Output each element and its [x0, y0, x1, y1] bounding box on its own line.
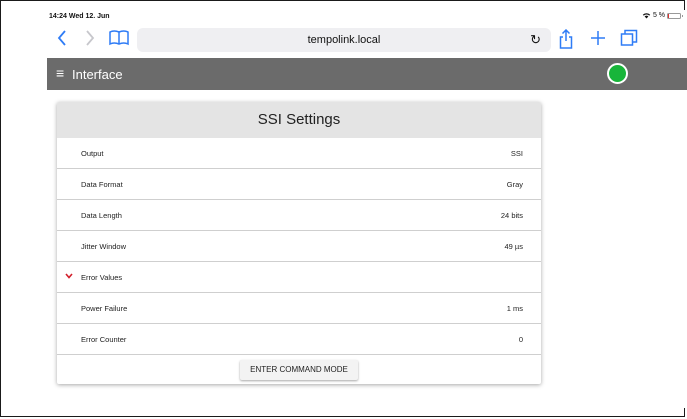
status-bar: 14:24 Wed 12. Jun 5 %: [47, 10, 687, 24]
battery-icon: [667, 12, 683, 19]
settings-row-output[interactable]: Output SSI: [57, 138, 541, 169]
row-label: Jitter Window: [81, 242, 127, 251]
device-screen: 14:24 Wed 12. Jun 5 % tempolink.local ↻ …: [47, 10, 687, 408]
row-value: 0: [518, 335, 523, 344]
row-label: Error Values: [81, 273, 123, 282]
row-label: Power Failure: [81, 304, 128, 313]
settings-row-error-counter[interactable]: Error Counter 0: [57, 324, 541, 355]
connection-status-indicator: [607, 63, 628, 84]
card-title: SSI Settings: [57, 102, 541, 138]
back-icon[interactable]: [57, 29, 67, 51]
settings-row-data-length[interactable]: Data Length 24 bits: [57, 200, 541, 231]
row-label: Data Length: [81, 211, 122, 220]
wifi-icon: [642, 13, 651, 19]
settings-row-power-failure[interactable]: Power Failure 1 ms: [57, 293, 541, 324]
address-bar[interactable]: tempolink.local ↻: [137, 28, 551, 52]
settings-row-error-values[interactable]: Error Values: [57, 262, 541, 293]
enter-command-mode-button[interactable]: ENTER COMMAND MODE: [240, 360, 358, 380]
settings-row-jitter-window[interactable]: Jitter Window 49 µs: [57, 231, 541, 262]
url-text: tempolink.local: [307, 34, 381, 46]
tabs-icon[interactable]: [620, 29, 638, 51]
row-value: 1 ms: [506, 304, 523, 313]
row-label: Output: [81, 149, 104, 158]
forward-icon[interactable]: [85, 29, 95, 51]
card-footer: ENTER COMMAND MODE: [57, 355, 541, 384]
row-label: Error Counter: [81, 335, 127, 344]
menu-icon[interactable]: ≡: [56, 65, 64, 81]
battery-level: [668, 13, 669, 18]
chevron-down-icon[interactable]: [65, 271, 73, 281]
reload-icon[interactable]: ↻: [530, 32, 541, 48]
row-value: SSI: [510, 149, 523, 158]
app-bar: ≡ Interface: [47, 58, 687, 90]
status-indicators: 5 %: [642, 12, 683, 19]
settings-row-data-format[interactable]: Data Format Gray: [57, 169, 541, 200]
app-title: Interface: [72, 67, 123, 82]
share-icon[interactable]: [559, 28, 573, 53]
browser-toolbar: tempolink.local ↻: [47, 24, 687, 58]
battery-percent: 5 %: [652, 12, 665, 19]
row-value: 49 µs: [504, 242, 524, 251]
row-value: 24 bits: [500, 211, 523, 220]
ssi-settings-card: SSI Settings Output SSI Data Format Gray…: [57, 102, 541, 384]
bookmarks-icon[interactable]: [108, 29, 130, 51]
row-value: Gray: [506, 180, 523, 189]
new-tab-icon[interactable]: [590, 29, 606, 51]
status-time: 14:24 Wed 12. Jun: [49, 13, 110, 20]
row-label: Data Format: [81, 180, 123, 189]
